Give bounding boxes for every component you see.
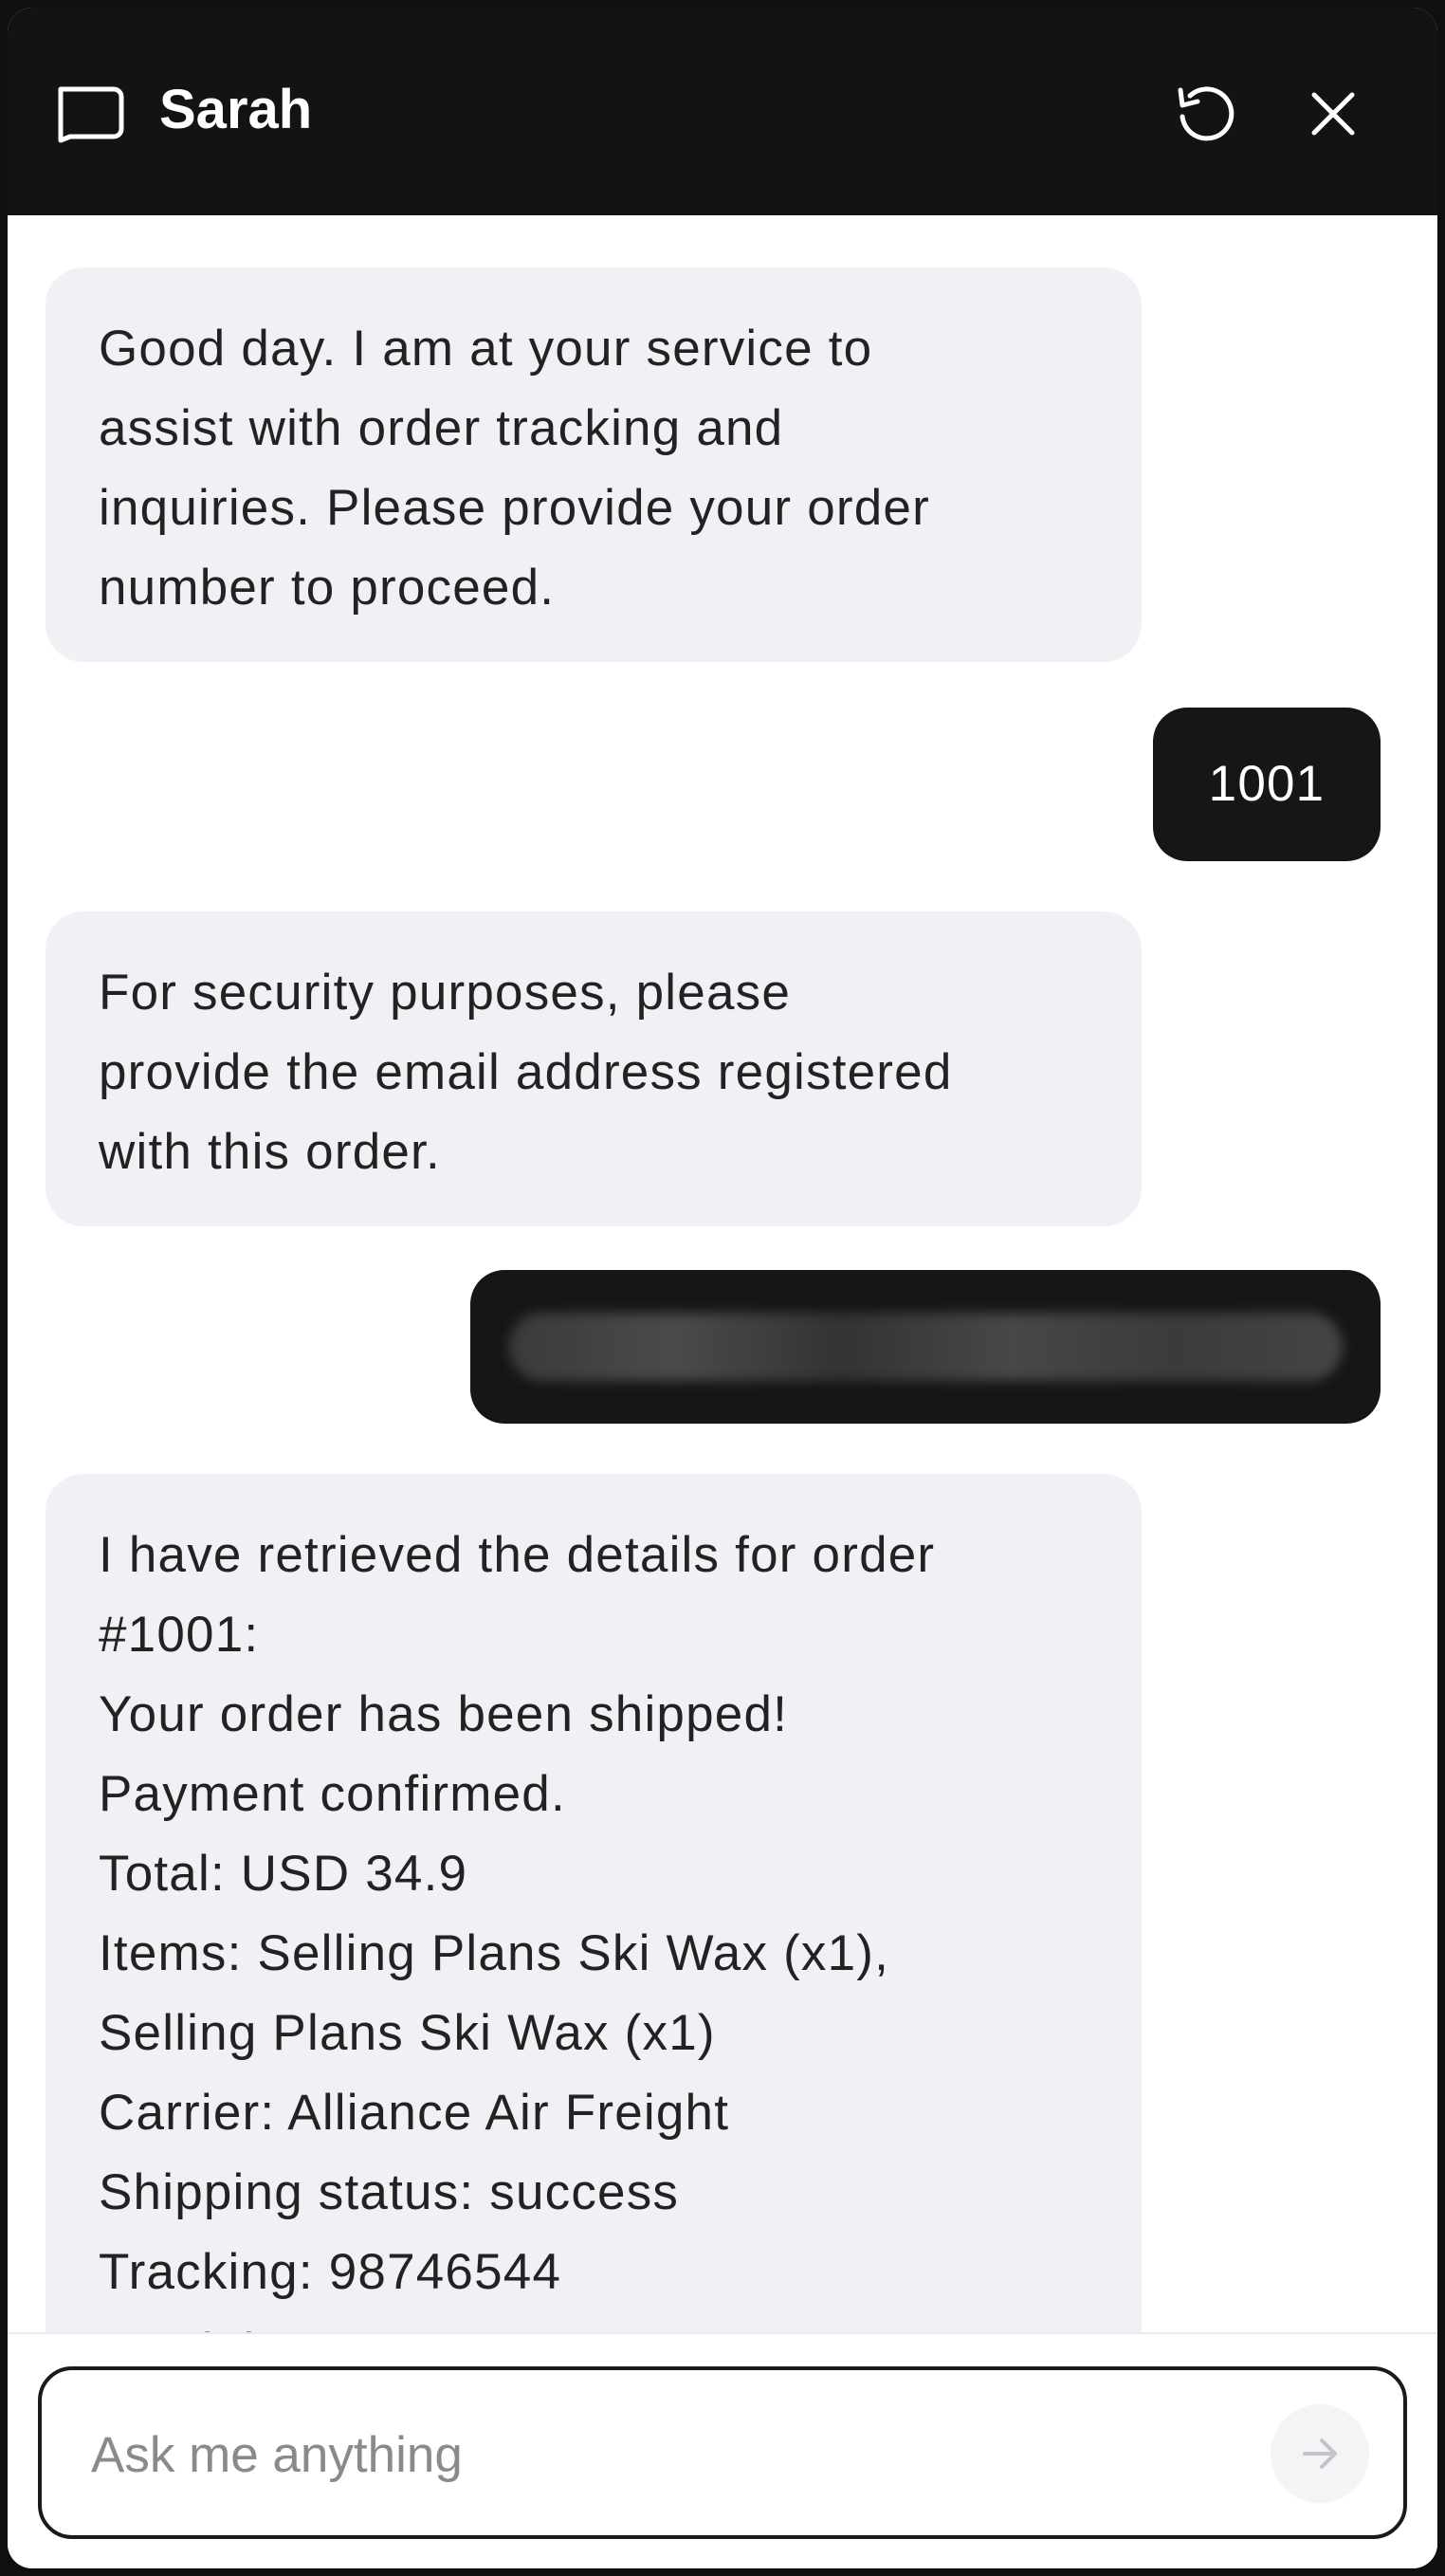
arrow-right-icon	[1303, 2438, 1337, 2469]
message-input-box[interactable]	[38, 2366, 1407, 2539]
message-list[interactable]: Good day. I am at your service to assist…	[8, 215, 1437, 2332]
chat-bubble-icon	[58, 86, 124, 143]
bot-message: For security purposes, please provide th…	[46, 911, 1142, 1226]
message-input[interactable]	[89, 2408, 1231, 2501]
chat-header: Sarah	[8, 8, 1437, 215]
bot-message: Good day. I am at your service to assist…	[46, 267, 1142, 662]
redacted-email	[508, 1313, 1343, 1381]
close-icon	[1311, 92, 1355, 136]
user-message-redacted	[470, 1270, 1381, 1424]
widget-frame: Sarah Good day. I am at your service to …	[0, 0, 1445, 2576]
user-message: 1001	[1153, 708, 1381, 861]
send-button[interactable]	[1271, 2404, 1369, 2503]
composer	[8, 2334, 1437, 2568]
chat-title: Sarah	[159, 79, 313, 140]
reset-conversation-button[interactable]	[1168, 78, 1240, 150]
user-message-text: 1001	[1208, 756, 1326, 812]
bot-message: I have retrieved the details for order #…	[46, 1474, 1142, 2332]
refresh-icon	[1178, 86, 1235, 141]
chat-window: Sarah Good day. I am at your service to …	[8, 8, 1437, 2568]
close-button[interactable]	[1297, 78, 1369, 150]
